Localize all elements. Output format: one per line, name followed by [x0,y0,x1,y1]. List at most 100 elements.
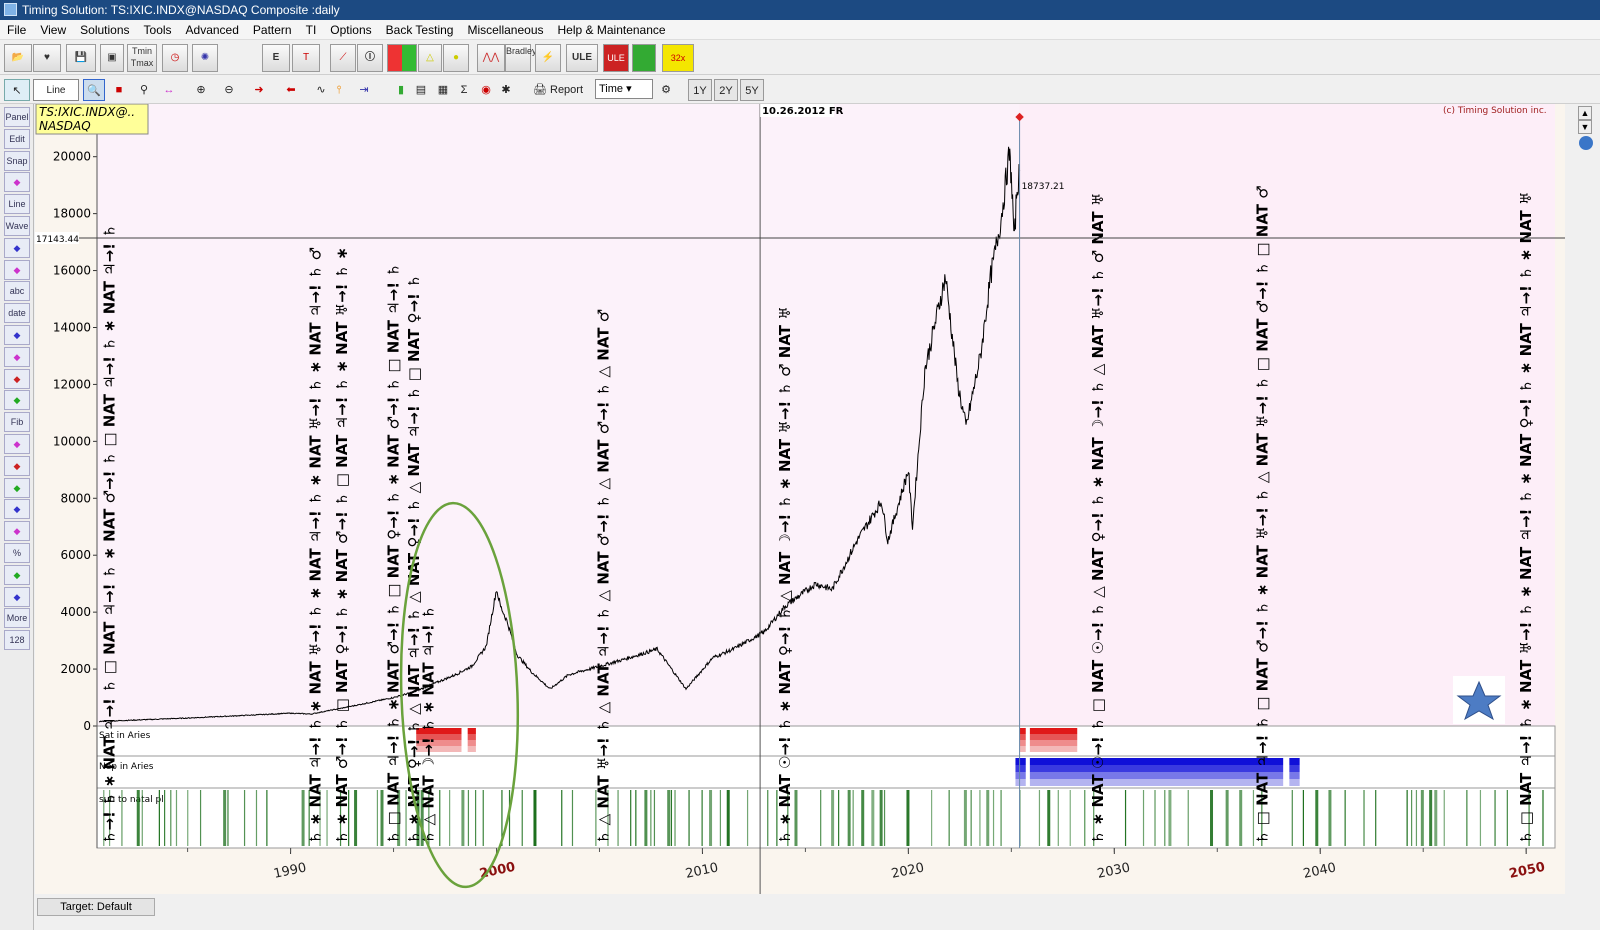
color-icon[interactable]: ◆ [4,259,30,280]
globe-icon[interactable] [1579,136,1593,150]
pointer-icon[interactable]: ↖ [4,79,30,101]
sun-icon[interactable]: ● [443,44,469,72]
report-button[interactable]: 🖨 Report [530,79,586,101]
arc-icon[interactable]: ◆ [4,434,30,454]
span-button-1y[interactable]: 1Y [688,79,712,101]
lines-icon[interactable]: ◆ [4,499,30,520]
zoom-in-icon[interactable]: ⊕ [192,79,210,101]
edit-icon[interactable]: Edit [4,128,30,149]
natal-bar [847,790,851,846]
count-icon[interactable]: 128 [4,630,30,651]
menu-item-options[interactable]: Options [323,20,378,40]
heart-globe-icon[interactable]: ♥ [33,44,61,72]
ule-button[interactable]: ULE [566,44,598,72]
spectrum-icon[interactable]: ⋀⋀ [477,44,505,72]
speed-button[interactable]: 32x [662,44,694,72]
menu-item-miscellaneous[interactable]: Miscellaneous [460,20,550,40]
e-icon[interactable]: E [262,44,290,72]
line-icon[interactable]: Line [4,194,30,215]
y-tick-label: 16000 [53,264,91,278]
grid-tool-icon[interactable]: ▦ [434,79,452,101]
cross-icon[interactable]: ◆ [4,455,30,476]
text-icon[interactable]: abc [4,281,30,302]
grid-icon[interactable]: ◆ [4,368,30,389]
marker-icon[interactable]: ▮ [392,79,410,101]
open-folder-icon[interactable]: 📂 [4,44,32,72]
snap-icon[interactable]: Snap [4,150,30,171]
natal-bar [767,790,769,846]
menu-item-help-maintenance[interactable]: Help & Maintenance [551,20,673,40]
more-icon[interactable]: More [4,608,30,629]
clock-icon[interactable]: ◷ [162,44,188,72]
cursor-price-label: 17143.44 [36,235,79,245]
menu-item-view[interactable]: View [33,20,73,40]
sigma-icon[interactable]: Σ [455,79,473,101]
compass-icon[interactable]: ✺ [192,44,218,72]
percent-icon[interactable]: % [4,543,30,563]
settings-icon[interactable]: ⚙ [657,79,675,101]
fork-icon[interactable]: ⫯ [330,79,348,101]
save-icon[interactable]: 💾 [66,44,96,72]
zigzag-tool-icon[interactable]: ⚡ [535,44,561,72]
bug-icon[interactable]: ✱ [497,79,515,101]
wave-icon[interactable]: Wave [4,216,30,236]
menu-item-ti[interactable]: TI [299,20,324,40]
zoom-icon[interactable]: 🔍 [83,79,105,101]
bradley-button[interactable]: Bradley [505,44,537,72]
menu-item-advanced[interactable]: Advanced [179,20,246,40]
stretch-icon[interactable]: ↔ [158,79,180,101]
natal-bar [861,790,865,846]
heart-icon[interactable]: ◆ [4,172,30,193]
natal-bar [879,790,883,846]
chart-settings-icon[interactable]: ▣ [100,44,124,72]
trend-icon[interactable]: ⟋ [330,44,356,72]
doc-icon[interactable]: ◆ [4,521,30,542]
palette-icon[interactable]: ◆ [4,477,30,498]
trend-icon[interactable]: ◆ [4,586,30,607]
event-label: ♄→! ♄ ∗ NAT ♃→! ♄ □ NAT ♃→! ♄ ∗ NAT ♂→! … [100,224,118,844]
candle-icon[interactable]: ◆ [4,564,30,585]
natal-bar [1420,790,1424,846]
span-button-5y[interactable]: 5Y [740,79,764,101]
menu-item-pattern[interactable]: Pattern [246,20,299,40]
fib-icon[interactable]: Fib [4,412,30,433]
t-icon[interactable]: T [292,44,320,72]
natal-bar [227,790,229,846]
page-icon[interactable]: ▤ [412,79,430,101]
menu-item-file[interactable]: File [0,20,33,40]
panel-icon[interactable]: Panel [4,107,30,127]
wave-tool-icon[interactable]: ∿ [312,79,330,101]
time-select[interactable]: Time ▾ [595,79,653,99]
end-icon[interactable]: ⇥ [355,79,373,101]
fan-icon[interactable]: ◆ [4,237,30,258]
zigzag-icon[interactable]: ◆ [4,390,30,411]
menu-item-tools[interactable]: Tools [137,20,179,40]
indicator-icon[interactable]: Ⓘ [357,44,383,72]
tmin-tmax-button[interactable]: Tmin Tmax [127,44,157,72]
menu-item-solutions[interactable]: Solutions [73,20,136,40]
neptune-aries-bar [1029,772,1284,779]
natal-bar [1479,790,1482,846]
line-style-select[interactable]: Line [33,79,79,101]
color-box-icon[interactable]: ■ [108,79,130,101]
green-square-icon[interactable] [632,44,656,72]
natal-bar [223,790,227,846]
target-tab[interactable]: Target: Default [37,898,155,916]
bars-icon[interactable] [387,44,417,72]
ule-red-button[interactable]: ULE [603,44,629,72]
triangle-icon[interactable]: △ [418,44,442,72]
zoom-out-icon[interactable]: ⊖ [220,79,238,101]
scroll-up-icon[interactable]: ▲ [1578,106,1592,120]
date-icon[interactable]: date [4,303,30,324]
target-icon[interactable]: ◉ [477,79,495,101]
menu-item-back-testing[interactable]: Back Testing [379,20,461,40]
span-button-2y[interactable]: 2Y [714,79,738,101]
saturn-aries-bar [467,728,476,734]
arrow-left-icon[interactable]: ⬅ [282,79,300,101]
zoom-small-icon[interactable]: ⚲ [135,79,153,101]
arrow-right-icon[interactable]: ➜ [250,79,268,101]
hatch-icon[interactable]: ◆ [4,346,30,367]
scroll-down-icon[interactable]: ▼ [1578,120,1592,134]
channel-icon[interactable]: ◆ [4,325,30,345]
price-chart[interactable]: Sat in AriesNep in Ariessun to natal pl0… [35,104,1565,894]
